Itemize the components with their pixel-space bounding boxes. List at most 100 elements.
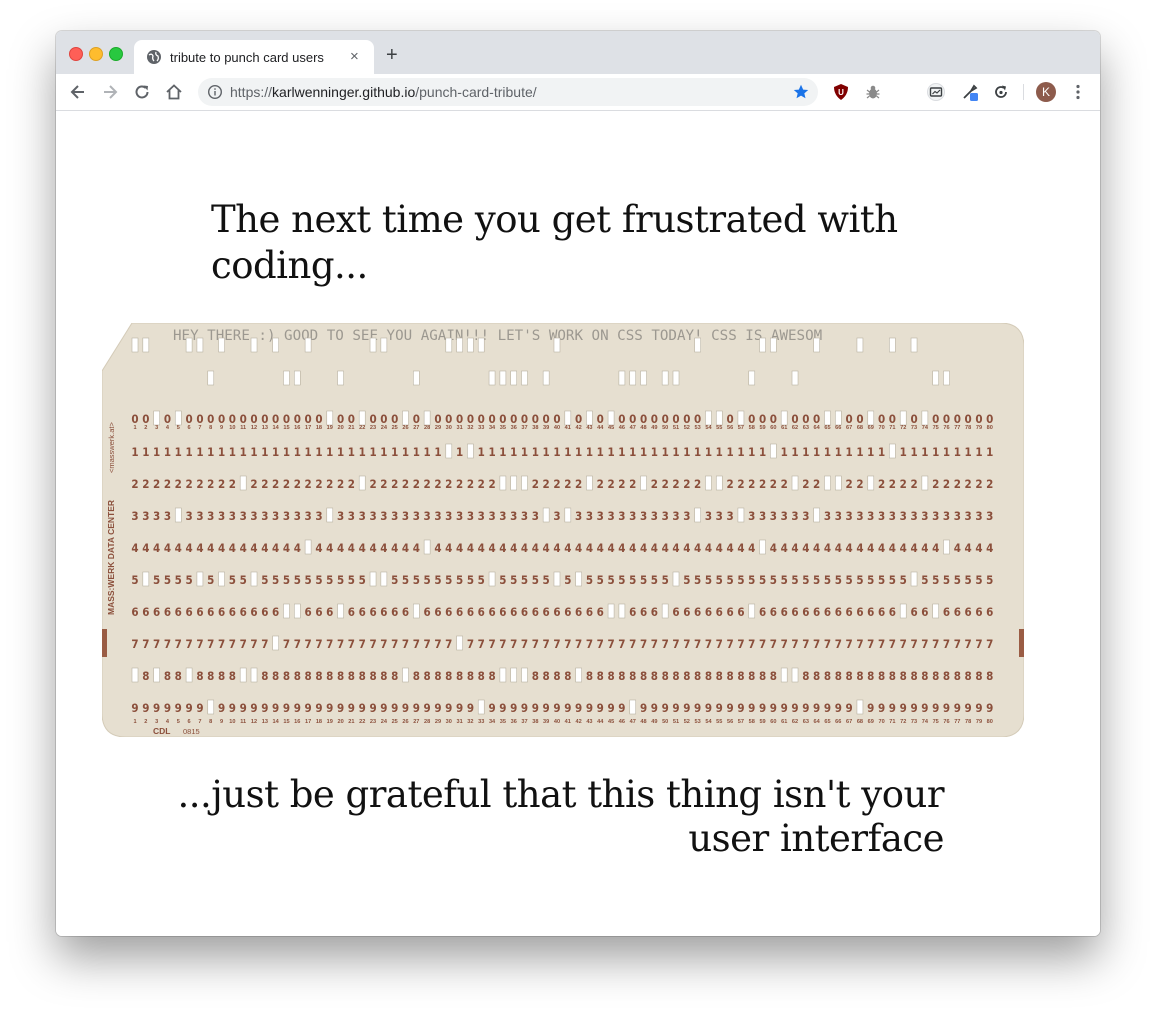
card-digit: 9	[986, 701, 993, 715]
punched-hole	[239, 475, 247, 491]
punched-hole	[402, 410, 409, 426]
card-digit: 1	[867, 445, 874, 459]
bookmark-star-icon[interactable]	[792, 83, 810, 101]
window-close-button[interactable]	[69, 47, 83, 61]
column-number: 31	[456, 425, 462, 431]
card-digit: 1	[694, 445, 701, 459]
card-digit: 4	[521, 541, 528, 555]
column-number: 53	[695, 425, 701, 431]
card-digit: 1	[943, 445, 950, 459]
profile-avatar[interactable]: K	[1036, 82, 1056, 102]
card-digit: 6	[716, 605, 723, 619]
tab-active[interactable]: tribute to punch card users ×	[134, 40, 374, 74]
card-digit: 7	[759, 637, 766, 651]
punched-hole	[153, 410, 160, 426]
card-digit: 1	[164, 445, 171, 459]
card-digit: 3	[781, 509, 788, 523]
address-bar[interactable]: https://karlwenninger.github.io/punch-ca…	[198, 78, 818, 106]
punched-hole	[748, 603, 756, 619]
cast-icon[interactable]	[927, 83, 945, 101]
home-icon[interactable]	[164, 82, 184, 102]
card-digit: 0	[629, 412, 636, 426]
card-digit: 6	[954, 605, 961, 619]
card-digit: 9	[445, 701, 452, 715]
column-number: 14	[273, 719, 280, 725]
column-number: 3	[155, 719, 158, 725]
window-maximize-button[interactable]	[109, 47, 123, 61]
card-digit: 6	[250, 605, 257, 619]
card-digit: 4	[921, 541, 928, 555]
card-digit: 0	[856, 412, 863, 426]
card-digit: 6	[348, 605, 355, 619]
card-digit: 1	[846, 445, 853, 459]
column-number: 10	[229, 719, 235, 725]
back-icon[interactable]	[68, 82, 88, 102]
card-digit: 2	[164, 477, 171, 491]
punched-hole	[564, 507, 572, 523]
refresh-extension-icon[interactable]	[992, 83, 1010, 101]
card-digit: 3	[196, 509, 203, 523]
card-digit: 1	[510, 445, 517, 459]
card-digit: 3	[315, 509, 322, 523]
tab-close-icon[interactable]: ×	[350, 49, 359, 65]
kebab-menu-icon[interactable]	[1069, 83, 1087, 101]
site-info-icon[interactable]	[207, 84, 223, 100]
card-digit: 0	[846, 412, 853, 426]
card-digit: 8	[607, 669, 614, 683]
punched-hole	[499, 667, 507, 683]
window-minimize-button[interactable]	[89, 47, 103, 61]
reload-icon[interactable]	[132, 82, 152, 102]
card-digit: 3	[553, 509, 560, 523]
forward-icon[interactable]	[100, 82, 120, 102]
card-digit: 2	[369, 477, 376, 491]
card-digit: 6	[478, 605, 485, 619]
punched-hole	[250, 571, 258, 587]
card-digit: 5	[629, 573, 636, 587]
card-digit: 3	[164, 509, 171, 523]
punched-hole	[791, 475, 799, 491]
column-number: 70	[878, 719, 884, 725]
card-digit: 7	[770, 637, 777, 651]
card-digit: 2	[910, 477, 917, 491]
card-digit: 2	[272, 477, 279, 491]
card-digit: 5	[802, 573, 809, 587]
card-digit: 8	[445, 669, 452, 683]
card-digit: 0	[965, 412, 972, 426]
punched-hole	[467, 443, 474, 459]
card-digit: 2	[467, 477, 474, 491]
card-digit: 1	[737, 445, 744, 459]
column-number: 60	[770, 425, 776, 431]
card-digit: 3	[607, 509, 614, 523]
card-digit: 3	[791, 509, 798, 523]
card-digit: 9	[835, 701, 842, 715]
punched-hole	[131, 337, 139, 353]
card-digit: 9	[586, 701, 593, 715]
card-digit: 7	[564, 637, 571, 651]
eyedropper-extension-icon[interactable]	[961, 83, 979, 101]
card-digit: 2	[900, 477, 907, 491]
card-digit: 3	[770, 509, 777, 523]
card-digit: 4	[824, 541, 831, 555]
card-digit: 4	[553, 541, 560, 555]
card-digit: 1	[640, 445, 647, 459]
card-digit: 6	[629, 605, 636, 619]
new-tab-button[interactable]: +	[386, 45, 398, 65]
tab-title: tribute to punch card users	[170, 50, 324, 65]
card-digit: 9	[424, 701, 431, 715]
card-digit: 3	[672, 509, 679, 523]
punched-hole	[921, 475, 929, 491]
card-digit: 3	[954, 509, 961, 523]
card-digit: 9	[369, 701, 376, 715]
card-digit: 4	[748, 541, 755, 555]
column-number: 57	[738, 719, 744, 725]
card-digit: 3	[283, 509, 290, 523]
card-digit: 9	[185, 701, 192, 715]
ublock-icon[interactable]: U	[832, 83, 850, 101]
card-digit: 6	[943, 605, 950, 619]
column-number: 41	[565, 719, 571, 725]
column-number: 34	[489, 425, 496, 431]
card-digit: 2	[856, 477, 863, 491]
card-digit: 8	[889, 669, 896, 683]
bug-extension-icon[interactable]	[864, 83, 882, 101]
card-digit: 9	[272, 701, 279, 715]
